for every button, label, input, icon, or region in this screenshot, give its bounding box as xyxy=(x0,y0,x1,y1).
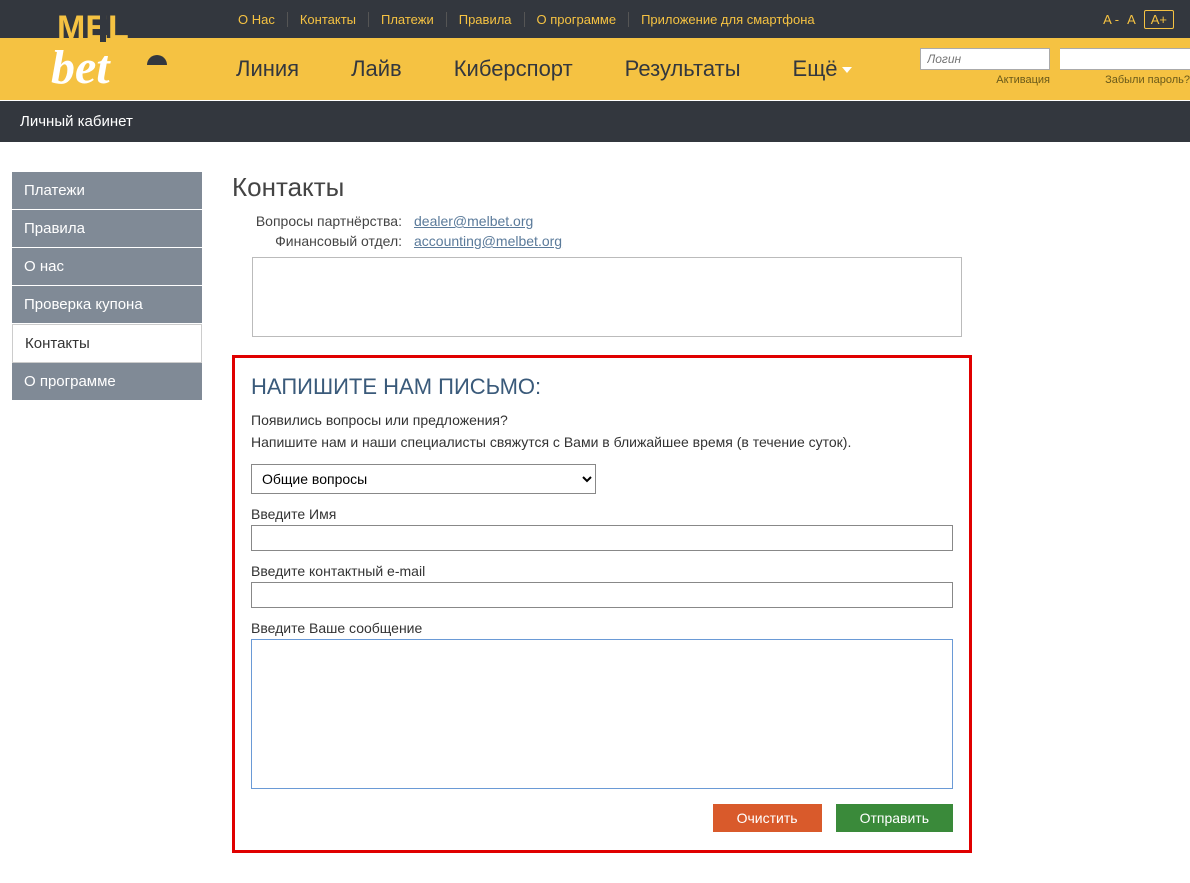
font-increase[interactable]: A+ xyxy=(1144,10,1174,29)
logo[interactable]: MEL bet xyxy=(36,0,186,100)
login-input[interactable] xyxy=(920,48,1050,70)
partner-email-link[interactable]: dealer@melbet.org xyxy=(414,213,533,229)
topnav-rules[interactable]: Правила xyxy=(447,12,525,27)
login-box: Активация Забыли пароль? xyxy=(920,38,1190,100)
message-label: Введите Ваше сообщение xyxy=(251,620,953,636)
info-box xyxy=(252,257,962,337)
topnav-about[interactable]: О Нас xyxy=(226,12,288,27)
sidebar-item-program[interactable]: О программе xyxy=(12,363,202,401)
nav-more[interactable]: Ещё xyxy=(767,56,878,82)
sidebar-item-payments[interactable]: Платежи xyxy=(12,172,202,210)
contact-form-highlight: НАПИШИТЕ НАМ ПИСЬМО: Появились вопросы и… xyxy=(232,355,972,853)
password-input[interactable] xyxy=(1060,48,1190,70)
sidebar-item-about[interactable]: О нас xyxy=(12,248,202,286)
sidebar-item-rules[interactable]: Правила xyxy=(12,210,202,248)
email-input[interactable] xyxy=(251,582,953,608)
nav-results[interactable]: Результаты xyxy=(599,56,767,82)
topic-select[interactable]: Общие вопросы xyxy=(251,464,596,494)
content: Платежи Правила О нас Проверка купона Ко… xyxy=(0,142,1190,883)
name-label: Введите Имя xyxy=(251,506,953,522)
topnav-payments[interactable]: Платежи xyxy=(369,12,447,27)
sidebar: Платежи Правила О нас Проверка купона Ко… xyxy=(12,172,202,401)
svg-text:bet: bet xyxy=(51,41,111,94)
top-nav: О Нас Контакты Платежи Правила О програм… xyxy=(226,12,1103,27)
cabinet-title: Личный кабинет xyxy=(20,113,133,130)
cabinet-bar: Личный кабинет xyxy=(0,100,1190,142)
send-button[interactable]: Отправить xyxy=(836,804,953,832)
message-textarea[interactable] xyxy=(251,639,953,789)
chevron-down-icon xyxy=(842,67,852,73)
topnav-program[interactable]: О программе xyxy=(525,12,630,27)
clear-button[interactable]: Очистить xyxy=(713,804,822,832)
finance-email-link[interactable]: accounting@melbet.org xyxy=(414,233,562,249)
name-input[interactable] xyxy=(251,525,953,551)
sidebar-item-coupon-check[interactable]: Проверка купона xyxy=(12,286,202,324)
email-label: Введите контактный e-mail xyxy=(251,563,953,579)
finance-label: Финансовый отдел: xyxy=(252,233,402,249)
font-decrease[interactable]: A - xyxy=(1103,12,1119,27)
form-text-1: Появились вопросы или предложения? xyxy=(251,412,953,428)
nav-line[interactable]: Линия xyxy=(210,56,325,82)
font-normal[interactable]: A xyxy=(1127,12,1136,27)
topnav-app[interactable]: Приложение для смартфона xyxy=(629,12,827,27)
sidebar-item-contacts[interactable]: Контакты xyxy=(12,324,202,363)
forgot-password-link[interactable]: Забыли пароль? xyxy=(1105,74,1190,86)
nav-esport[interactable]: Киберспорт xyxy=(428,56,599,82)
topnav-contacts[interactable]: Контакты xyxy=(288,12,369,27)
font-size-controls: A - A A+ xyxy=(1103,10,1174,29)
form-heading: НАПИШИТЕ НАМ ПИСЬМО: xyxy=(251,374,953,400)
form-text-2: Напишите нам и наши специалисты свяжутся… xyxy=(251,434,953,450)
partner-label: Вопросы партнёрства: xyxy=(252,213,402,229)
page-title: Контакты xyxy=(232,172,1178,203)
activation-link[interactable]: Активация xyxy=(996,74,1050,86)
main-panel: Контакты Вопросы партнёрства: dealer@mel… xyxy=(232,172,1178,853)
nav-live[interactable]: Лайв xyxy=(325,56,428,82)
